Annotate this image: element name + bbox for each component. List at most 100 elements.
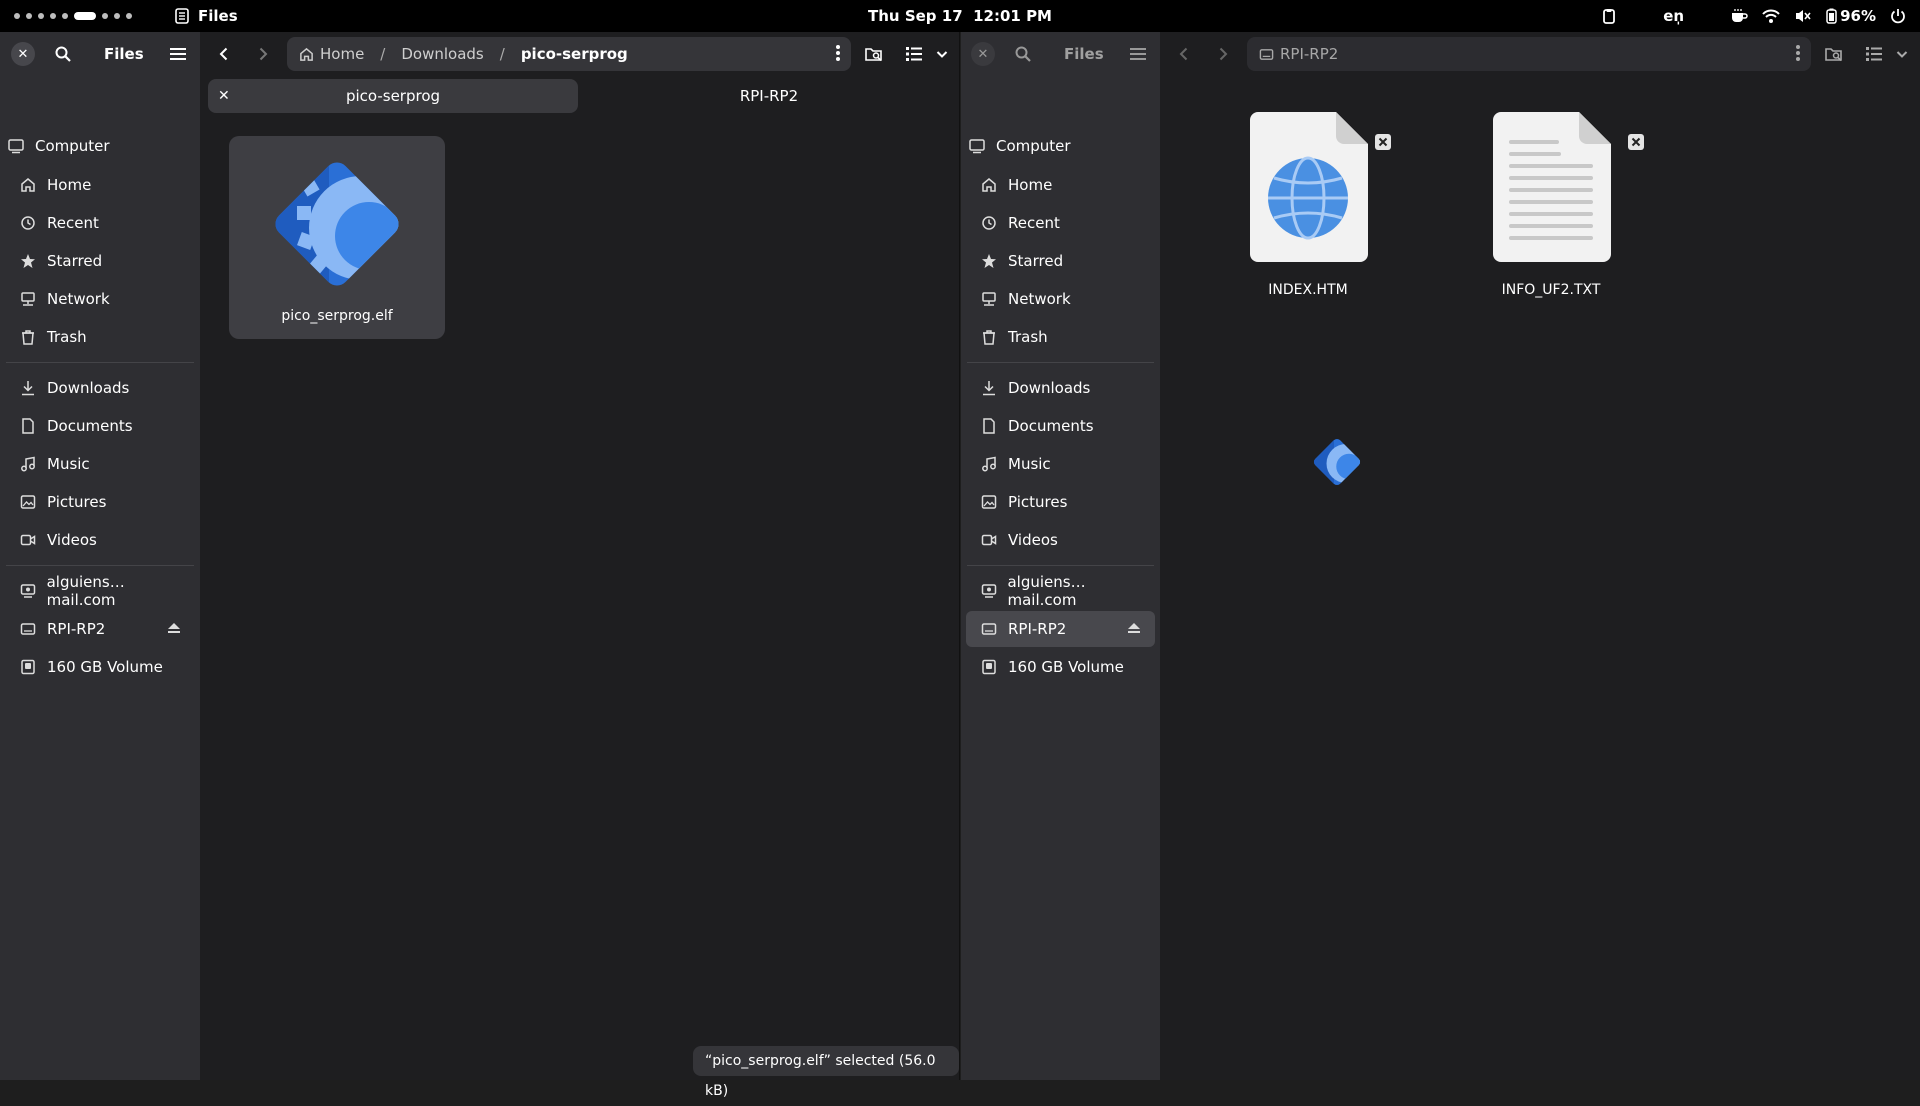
sidebar-item-label: Music: [1008, 455, 1051, 473]
tab-close-button[interactable]: ✕: [218, 79, 230, 113]
volume-muted-icon[interactable]: [1794, 8, 1812, 24]
system-tray[interactable]: en̩ 96%: [1601, 0, 1906, 32]
app-menu[interactable]: Files: [174, 0, 238, 32]
sidebar-item-online-account[interactable]: alguiens… mail.com: [966, 573, 1155, 609]
star-icon: [980, 252, 998, 270]
view-options-button[interactable]: [930, 42, 954, 66]
sidebar-item-pictures[interactable]: Pictures: [966, 484, 1155, 520]
breadcrumb-label: RPI-RP2: [1280, 45, 1339, 63]
sidebar-item-network[interactable]: Network: [966, 281, 1155, 317]
breadcrumb-current[interactable]: pico-serprog: [521, 45, 628, 63]
sidebar-item-online-account[interactable]: alguiens… mail.com: [5, 573, 195, 609]
forward-button[interactable]: [1211, 42, 1235, 66]
workspace-dot[interactable]: [102, 13, 108, 19]
file-close-icon[interactable]: [1628, 134, 1644, 150]
sidebar-item-music[interactable]: Music: [966, 446, 1155, 482]
breadcrumb-home[interactable]: Home: [299, 45, 364, 63]
file-item-info-uf2-txt[interactable]: INFO_UF2.TXT: [1485, 104, 1644, 334]
search-folder-button[interactable]: [1822, 42, 1846, 66]
sidebar-item-starred[interactable]: Starred: [966, 243, 1155, 279]
breadcrumb-current[interactable]: RPI-RP2: [1259, 45, 1338, 63]
app-name: Files: [198, 7, 238, 25]
sidebar-item-network[interactable]: Network: [5, 281, 195, 317]
sidebar-item-recent[interactable]: Recent: [966, 205, 1155, 241]
sidebar-item-starred[interactable]: Starred: [5, 243, 195, 279]
search-button[interactable]: [1011, 42, 1035, 66]
back-button[interactable]: [212, 42, 236, 66]
workspace-indicator[interactable]: [14, 10, 132, 22]
sidebar-item-160gb-volume[interactable]: 160 GB Volume: [966, 649, 1155, 685]
search-icon: [55, 46, 71, 62]
workspace-dot-active[interactable]: [74, 12, 96, 20]
coffee-icon[interactable]: [1730, 8, 1748, 24]
sidebar-item-downloads[interactable]: Downloads: [5, 370, 195, 406]
workspace-dot[interactable]: [38, 13, 44, 19]
sidebar-item-trash[interactable]: Trash: [966, 319, 1155, 355]
workspace-dot[interactable]: [14, 13, 20, 19]
breadcrumb-downloads[interactable]: Downloads: [401, 45, 483, 63]
view-options-button[interactable]: [1890, 42, 1914, 66]
close-window-button[interactable]: ✕: [971, 42, 995, 66]
sidebar-item-rpi-rp2[interactable]: RPI-RP2: [5, 611, 195, 647]
workspace-dot[interactable]: [50, 13, 56, 19]
path-menu-button[interactable]: [1795, 44, 1801, 66]
back-button[interactable]: [1172, 42, 1196, 66]
sidebar-item-label: Home: [1008, 176, 1053, 194]
sidebar-divider: [967, 565, 1154, 566]
file-item-index-htm[interactable]: INDEX.HTM: [1242, 104, 1391, 334]
eject-icon[interactable]: [1127, 621, 1141, 639]
text-document-icon: [1493, 112, 1611, 262]
clock-date[interactable]: Thu Sep 17: [868, 7, 963, 25]
dragged-file-icon[interactable]: [1307, 432, 1367, 492]
path-bar[interactable]: RPI-RP2: [1247, 37, 1811, 71]
sidebar-item-computer[interactable]: Computer: [5, 128, 195, 164]
view-toggle-button[interactable]: [1862, 42, 1886, 66]
file-item-pico-serprog-elf[interactable]: pico_serprog.elf: [229, 136, 445, 339]
folder-search-icon: [865, 48, 882, 62]
sidebar-item-documents[interactable]: Documents: [966, 408, 1155, 444]
search-button[interactable]: [51, 42, 75, 66]
sidebar-item-trash[interactable]: Trash: [5, 319, 195, 355]
power-icon[interactable]: [1890, 8, 1906, 24]
right-file-view: RPI-RP2 INDEX.HTM INFO_UF2.TXT: [1160, 32, 1920, 1080]
sidebar-item-home[interactable]: Home: [5, 167, 195, 203]
file-close-icon[interactable]: [1375, 134, 1391, 150]
tab-pico-serprog[interactable]: ✕ pico-serprog: [208, 79, 578, 113]
sidebar-item-recent[interactable]: Recent: [5, 205, 195, 241]
workspace-dot[interactable]: [126, 13, 132, 19]
tab-rpi-rp2[interactable]: RPI-RP2: [584, 79, 954, 113]
main-menu-button[interactable]: [166, 42, 190, 66]
close-window-button[interactable]: ✕: [11, 42, 35, 66]
clock-time[interactable]: 12:01 PM: [973, 7, 1052, 25]
sidebar-item-pictures[interactable]: Pictures: [5, 484, 195, 520]
workspace-dot[interactable]: [26, 13, 32, 19]
sidebar-item-downloads[interactable]: Downloads: [966, 370, 1155, 406]
view-toggle-button[interactable]: [902, 42, 926, 66]
sidebar-item-videos[interactable]: Videos: [5, 522, 195, 558]
sidebar-item-computer[interactable]: Computer: [966, 128, 1155, 164]
forward-button[interactable]: [251, 42, 275, 66]
search-folder-button[interactable]: [862, 42, 886, 66]
workspace-dot[interactable]: [114, 13, 120, 19]
main-menu-button[interactable]: [1126, 42, 1150, 66]
top-bar: Files Thu Sep 17 12:01 PM en̩ 96%: [0, 0, 1920, 32]
wifi-icon[interactable]: [1762, 8, 1780, 24]
battery-percent: 96%: [1840, 7, 1876, 25]
sidebar-item-rpi-rp2[interactable]: RPI-RP2: [966, 611, 1155, 647]
sidebar-item-label: Computer: [35, 137, 110, 155]
eject-icon[interactable]: [167, 621, 181, 639]
path-bar[interactable]: Home / Downloads / pico-serprog: [287, 37, 851, 71]
keyboard-layout[interactable]: en̩: [1663, 7, 1684, 25]
sidebar-item-160gb-volume[interactable]: 160 GB Volume: [5, 649, 195, 685]
sidebar-item-home[interactable]: Home: [966, 167, 1155, 203]
path-menu-button[interactable]: [835, 44, 841, 66]
sidebar-header: ✕ Files: [0, 32, 200, 77]
sidebar-item-videos[interactable]: Videos: [966, 522, 1155, 558]
document-icon: [19, 417, 37, 435]
battery-indicator[interactable]: 96%: [1826, 7, 1876, 25]
clipboard-icon[interactable]: [1601, 8, 1617, 24]
sidebar-item-documents[interactable]: Documents: [5, 408, 195, 444]
sidebar-item-label: Starred: [47, 252, 103, 270]
sidebar-item-music[interactable]: Music: [5, 446, 195, 482]
workspace-dot[interactable]: [62, 13, 68, 19]
